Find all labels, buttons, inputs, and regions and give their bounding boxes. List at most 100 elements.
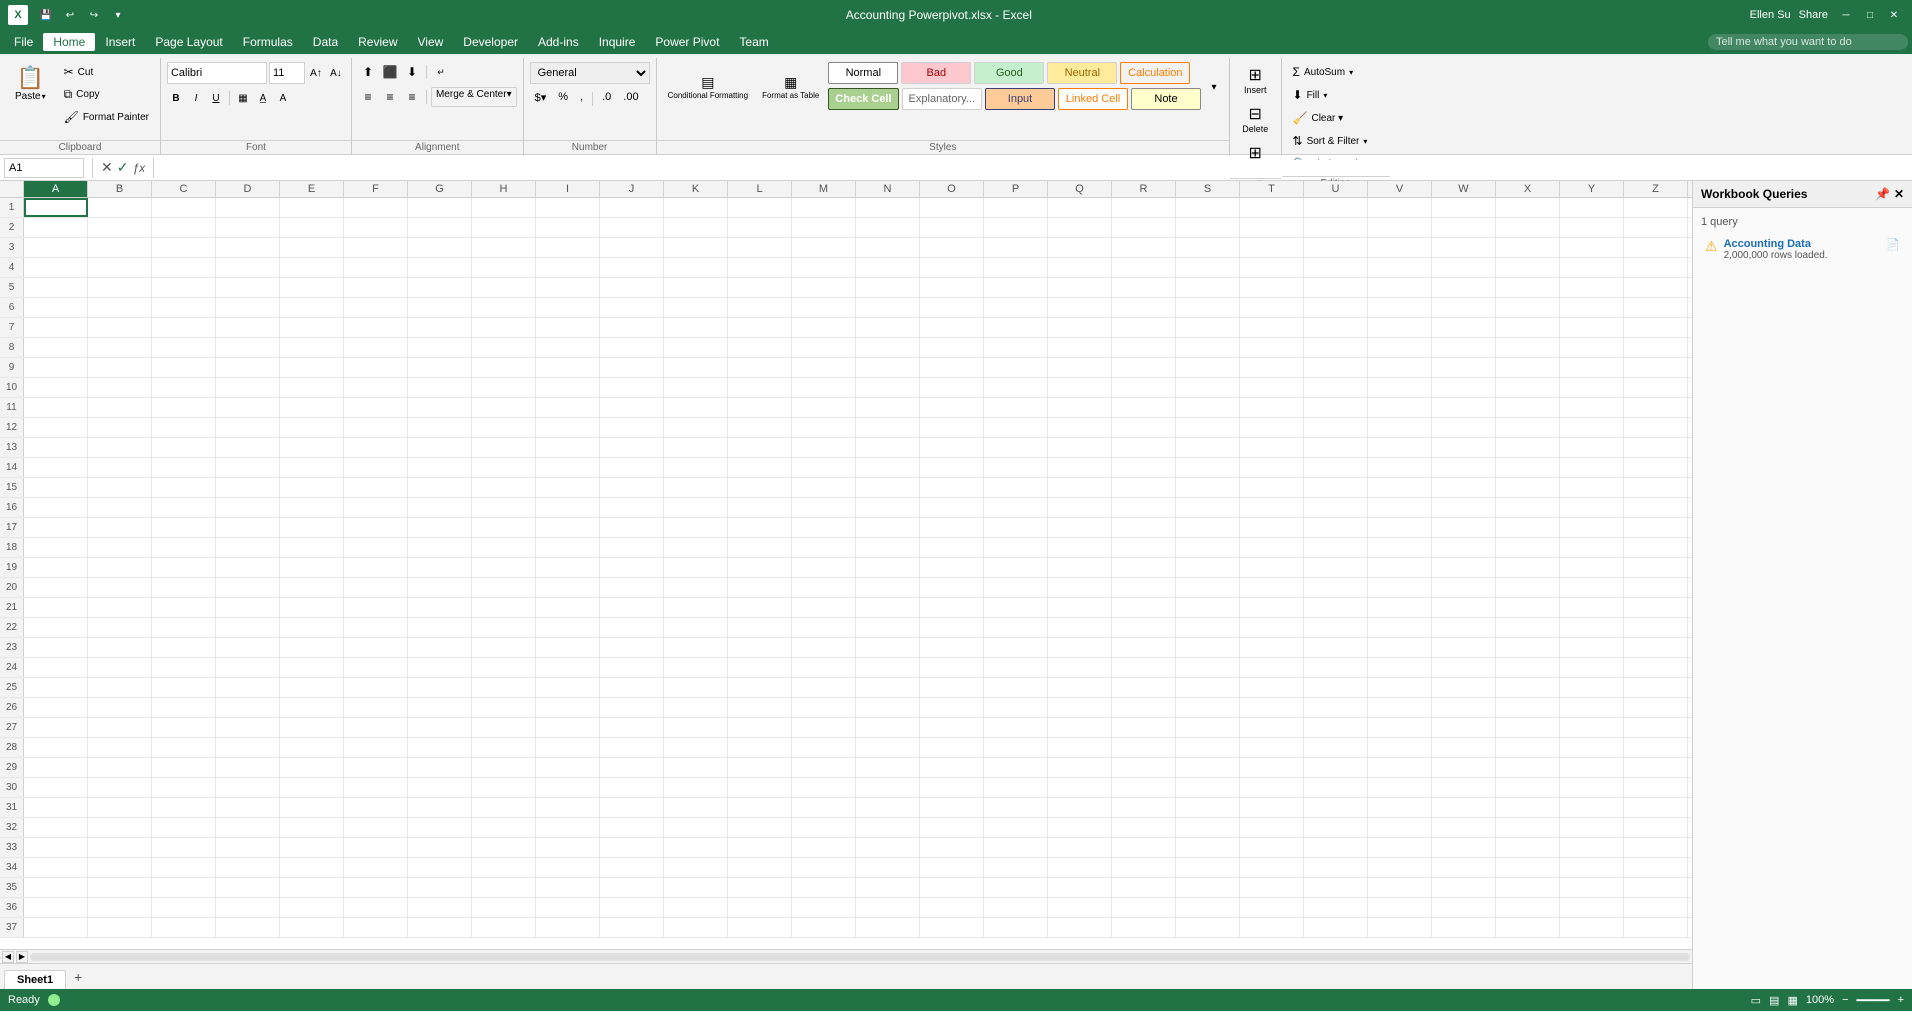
quick-access-toolbar[interactable]: X 💾 ↩ ↪ ▾ [8,5,128,25]
cell[interactable] [24,238,88,257]
cell[interactable] [1624,198,1688,217]
cell[interactable] [88,198,152,217]
cell[interactable] [664,738,728,757]
cell[interactable] [1176,718,1240,737]
cell[interactable] [344,678,408,697]
cell[interactable] [280,198,344,217]
cell[interactable] [664,238,728,257]
cell[interactable] [1496,518,1560,537]
col-header-H[interactable]: H [472,181,536,197]
row-number[interactable]: 15 [0,478,24,497]
number-label[interactable]: Number [524,140,656,154]
cell[interactable] [344,378,408,397]
cell[interactable] [856,518,920,537]
cell[interactable] [1432,798,1496,817]
row-number[interactable]: 5 [0,278,24,297]
cell[interactable] [600,678,664,697]
cell[interactable] [1112,338,1176,357]
cell[interactable] [1176,678,1240,697]
scroll-right-btn[interactable]: ▶ [16,951,28,963]
number-format-dropdown[interactable]: General Number Currency Accounting Date … [530,62,650,84]
cell[interactable] [1240,398,1304,417]
col-header-O[interactable]: O [920,181,984,197]
formula-input[interactable] [162,160,1908,176]
cell[interactable] [88,358,152,377]
cell[interactable] [1176,658,1240,677]
align-middle-btn[interactable]: ⬛ [380,62,400,82]
cell[interactable] [408,258,472,277]
cell[interactable] [1112,418,1176,437]
cell[interactable] [280,538,344,557]
cell[interactable] [24,558,88,577]
cell[interactable] [920,538,984,557]
cell[interactable] [792,898,856,917]
cell[interactable] [984,398,1048,417]
cell[interactable] [792,298,856,317]
cell[interactable] [1112,458,1176,477]
row-number[interactable]: 36 [0,898,24,917]
cell[interactable] [920,378,984,397]
cell[interactable] [472,238,536,257]
cell[interactable] [536,198,600,217]
cell[interactable] [1304,678,1368,697]
cell[interactable] [920,678,984,697]
cell[interactable] [1240,838,1304,857]
cell[interactable] [1496,658,1560,677]
cell[interactable] [1496,798,1560,817]
cell[interactable] [24,778,88,797]
cell[interactable] [1048,258,1112,277]
cell[interactable] [536,278,600,297]
cell[interactable] [536,798,600,817]
cell[interactable] [1240,878,1304,897]
cell[interactable] [1304,458,1368,477]
cell[interactable] [792,878,856,897]
cell[interactable] [1304,218,1368,237]
cell[interactable] [536,598,600,617]
cell[interactable] [88,478,152,497]
format-painter-button[interactable]: 🖌 Format Painter [59,107,154,127]
cell[interactable] [600,238,664,257]
cell[interactable] [1048,298,1112,317]
cell[interactable] [152,398,216,417]
cell[interactable] [472,758,536,777]
cell[interactable] [1496,438,1560,457]
cell[interactable] [1240,758,1304,777]
cell[interactable] [856,298,920,317]
cell[interactable] [1560,878,1624,897]
cell[interactable] [664,458,728,477]
cell[interactable] [88,918,152,937]
cell[interactable] [88,638,152,657]
cell[interactable] [984,318,1048,337]
cell[interactable] [472,798,536,817]
cell[interactable] [856,558,920,577]
cell[interactable] [24,258,88,277]
cell[interactable] [280,778,344,797]
cell[interactable] [1176,298,1240,317]
cell[interactable] [792,578,856,597]
cell[interactable] [24,458,88,477]
cell[interactable] [408,638,472,657]
menu-view[interactable]: View [408,33,454,51]
cell[interactable] [1560,418,1624,437]
cell[interactable] [1432,658,1496,677]
tell-me-input[interactable] [1708,34,1908,50]
cell[interactable] [600,218,664,237]
cell[interactable] [792,338,856,357]
cell[interactable] [216,838,280,857]
wq-pin-btn[interactable]: 📌 [1875,187,1890,201]
cell[interactable] [984,598,1048,617]
cell[interactable] [344,838,408,857]
cell[interactable] [1496,678,1560,697]
cell[interactable] [536,218,600,237]
window-controls[interactable]: ─ □ ✕ [1836,5,1904,25]
cell[interactable] [536,698,600,717]
cell[interactable] [1240,258,1304,277]
cell[interactable] [1176,898,1240,917]
row-number[interactable]: 10 [0,378,24,397]
zoom-out-btn[interactable]: − [1842,994,1848,1006]
cell[interactable] [24,718,88,737]
cell[interactable] [1496,638,1560,657]
cell[interactable] [152,618,216,637]
cell[interactable] [920,458,984,477]
cell[interactable] [408,718,472,737]
